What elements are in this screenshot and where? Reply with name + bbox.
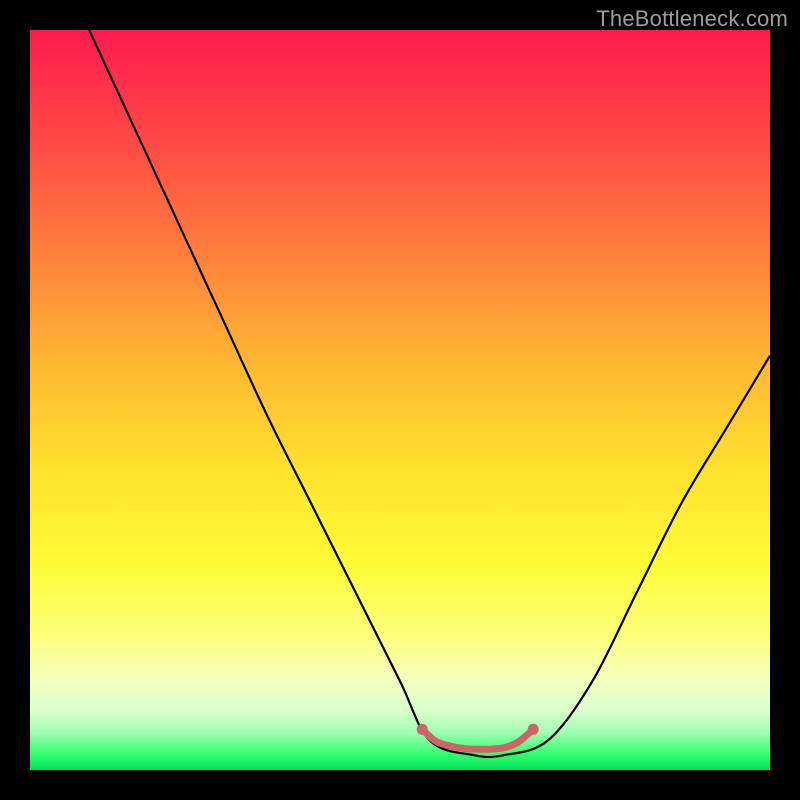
marker-dot [417,724,428,735]
optimal-range-dots [417,724,539,735]
optimal-range-marker [422,729,533,749]
bottleneck-curve [89,30,770,757]
chart-svg [30,30,770,770]
marker-dot [528,724,539,735]
watermark-text: TheBottleneck.com [596,6,788,32]
